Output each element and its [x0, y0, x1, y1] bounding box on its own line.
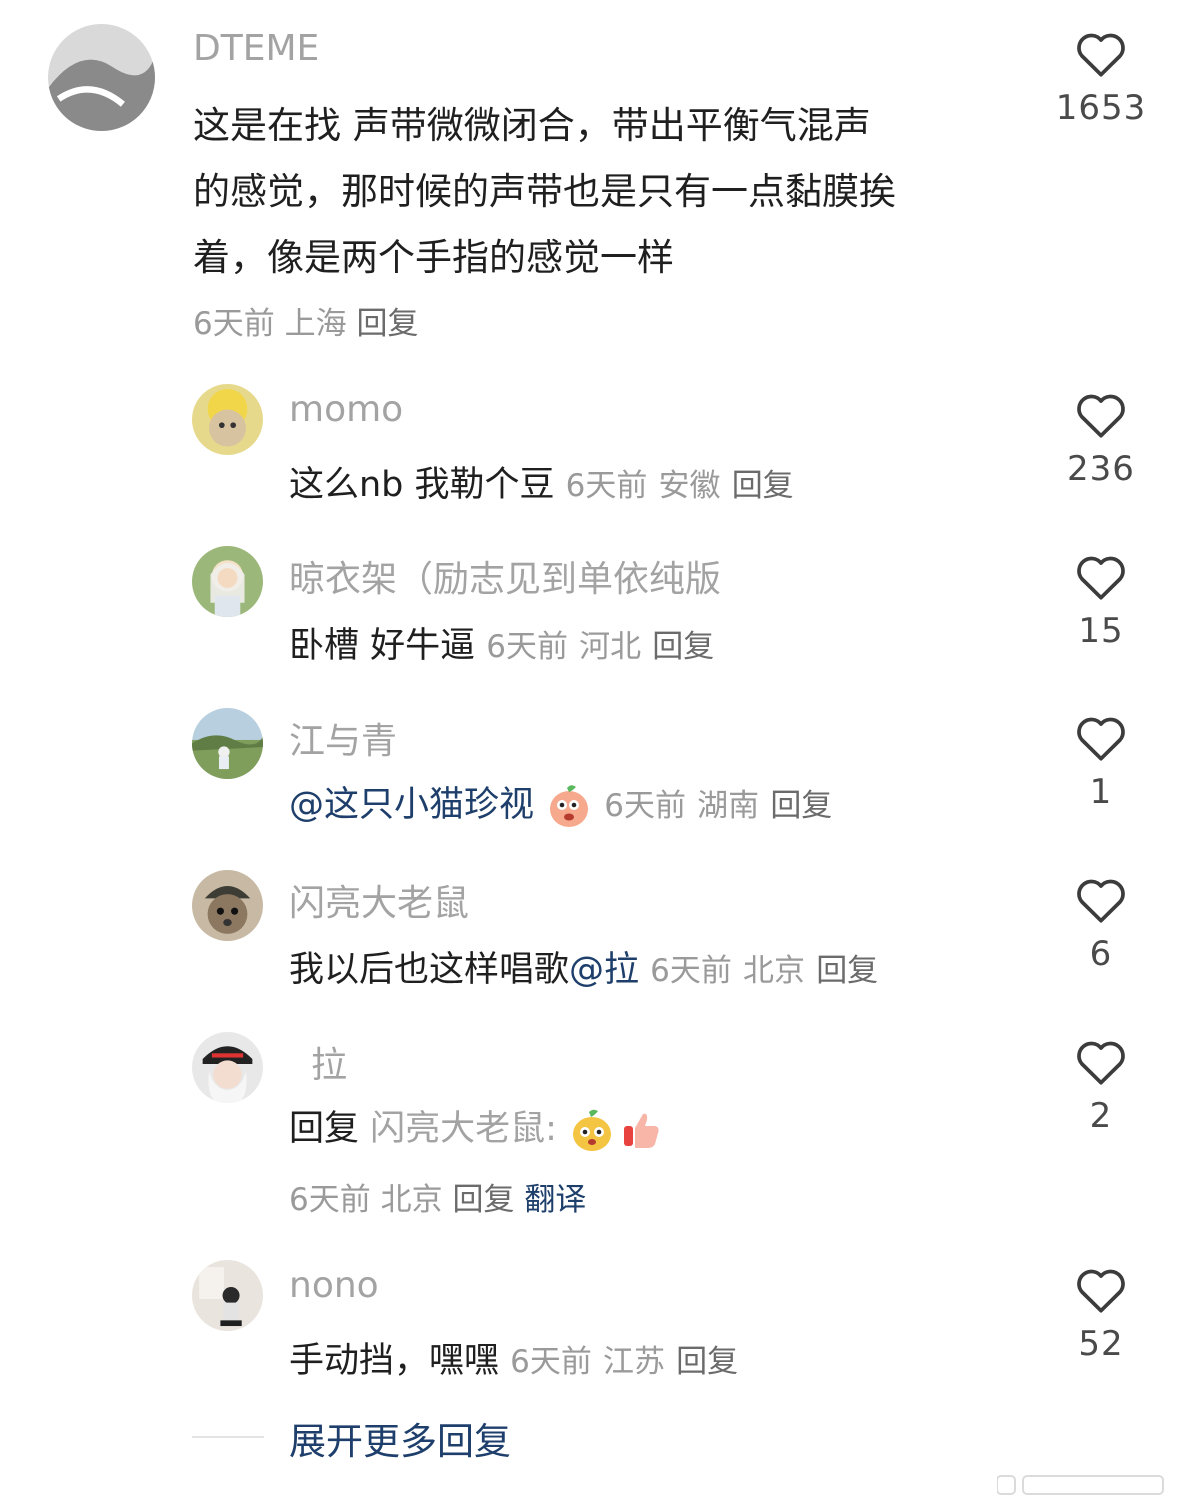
mango-emoji-icon: [568, 1106, 616, 1154]
heart-icon: [1077, 394, 1125, 438]
location: 北京: [380, 1182, 443, 1218]
location: 江苏: [603, 1344, 666, 1380]
time: 6天前: [289, 1182, 371, 1218]
reply-line: 回复 闪亮大老鼠:: [289, 1100, 664, 1154]
like-count: 1: [1089, 772, 1113, 812]
reply-button[interactable]: 回复: [732, 468, 794, 504]
reply-text: 手动挡，嘿嘿: [289, 1341, 500, 1381]
location: 河北: [579, 629, 642, 665]
expand-divider: [192, 1436, 264, 1438]
reply-line: 卧槽 好牛逼 6天前 河北 回复: [289, 617, 714, 668]
avatar[interactable]: [192, 1260, 263, 1331]
like-count: 2: [1089, 1096, 1113, 1136]
like-count: 15: [1078, 611, 1124, 651]
comment-text-line-3: 着，像是两个手指的感觉一样: [193, 236, 674, 279]
username[interactable]: 晾衣架（励志见到单依纯版: [289, 550, 721, 602]
location: 安徽: [658, 468, 721, 504]
username[interactable]: DTEME: [193, 28, 319, 69]
like-button[interactable]: 6: [1051, 876, 1151, 974]
reply-line: @这只小猫珍视 6天前 湖南 回复: [289, 776, 832, 830]
like-count: 1653: [1055, 88, 1147, 128]
time: 6天前: [650, 953, 732, 989]
mention-link[interactable]: @这只小猫珍视: [289, 785, 534, 825]
like-button[interactable]: 1653: [1051, 30, 1151, 128]
like-button[interactable]: 52: [1051, 1266, 1151, 1364]
avatar[interactable]: [192, 1032, 263, 1103]
expand-more-replies-button[interactable]: 展开更多回复: [289, 1411, 511, 1465]
reply-button[interactable]: 回复: [676, 1344, 738, 1380]
reply-to-username[interactable]: 闪亮大老鼠:: [370, 1109, 557, 1149]
reply-line: 手动挡，嘿嘿 6天前 江苏 回复: [289, 1332, 738, 1383]
time: 6天前: [193, 306, 275, 342]
username[interactable]: momo: [289, 389, 403, 430]
reply-button[interactable]: 回复: [816, 953, 878, 989]
comment-meta: 6天前 上海 回复: [193, 298, 418, 343]
heart-icon: [1077, 33, 1125, 77]
reply-text: 卧槽 好牛逼: [289, 626, 476, 666]
heart-icon: [1077, 1269, 1125, 1313]
reply-button[interactable]: 回复: [356, 306, 418, 342]
avatar[interactable]: [192, 546, 263, 617]
location: 上海: [284, 306, 347, 342]
like-button[interactable]: 2: [1051, 1038, 1151, 1136]
like-count: 6: [1089, 934, 1113, 974]
username[interactable]: 拉: [311, 1036, 347, 1088]
avatar[interactable]: [192, 870, 263, 941]
heart-icon: [1077, 556, 1125, 600]
avatar[interactable]: [192, 384, 263, 455]
reply-meta: 6天前 北京 回复 翻译: [289, 1174, 586, 1219]
thumbs-up-emoji-icon: [616, 1106, 664, 1154]
peach-emoji-icon: [545, 782, 593, 830]
translate-button[interactable]: 翻译: [524, 1182, 586, 1218]
like-count: 52: [1078, 1324, 1124, 1364]
comment-text-line-1: 这是在找 声带微微闭合，带出平衡气混声: [193, 104, 871, 147]
time: 6天前: [604, 788, 687, 824]
heart-icon: [1077, 1041, 1125, 1085]
time: 6天前: [565, 468, 648, 504]
like-button[interactable]: 15: [1051, 553, 1151, 651]
time: 6天前: [510, 1344, 592, 1380]
reply-text: 这么nb 我勒个豆: [289, 465, 555, 505]
reply-line: 这么nb 我勒个豆 6天前 安徽 回复: [289, 456, 794, 507]
watermark: [996, 1472, 1167, 1498]
username[interactable]: 江与青: [289, 712, 397, 764]
username[interactable]: 闪亮大老鼠: [289, 874, 469, 926]
heart-icon: [1077, 879, 1125, 923]
avatar[interactable]: [48, 24, 155, 131]
reply-button[interactable]: 回复: [652, 629, 714, 665]
heart-icon: [1077, 717, 1125, 761]
avatar[interactable]: [192, 708, 263, 779]
reply-button[interactable]: 回复: [770, 788, 832, 824]
username[interactable]: nono: [289, 1265, 379, 1306]
location: 湖南: [697, 788, 760, 824]
reply-text: 我以后也这样唱歌: [289, 950, 570, 990]
reply-prefix: 回复: [289, 1109, 360, 1149]
location: 北京: [743, 953, 806, 989]
like-count: 236: [1067, 449, 1135, 489]
mention-link[interactable]: @拉: [569, 950, 639, 990]
reply-line: 我以后也这样唱歌@拉 6天前 北京 回复: [289, 941, 878, 992]
time: 6天前: [486, 629, 569, 665]
comment-text-line-2: 的感觉，那时候的声带也是只有一点黏膜挨: [193, 170, 896, 213]
reply-button[interactable]: 回复: [452, 1182, 514, 1218]
like-button[interactable]: 1: [1051, 714, 1151, 812]
like-button[interactable]: 236: [1051, 391, 1151, 489]
